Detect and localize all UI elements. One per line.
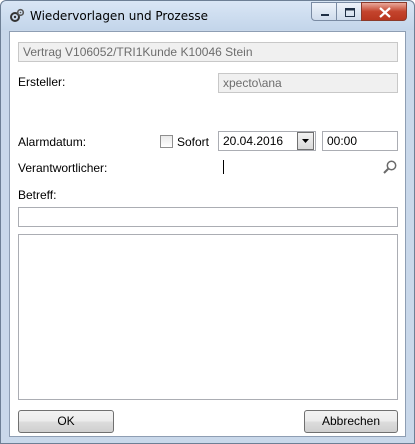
maximize-icon (345, 8, 355, 17)
alarm-date-label: Alarmdatum: (18, 135, 87, 149)
date-dropdown-button[interactable] (297, 132, 314, 150)
subject-label: Betreff: (18, 188, 57, 202)
alarm-date-value: 20.04.2016 (223, 134, 284, 148)
minimize-icon (321, 14, 329, 16)
dialog-window: Wiedervorlagen und Prozesse Vertrag V106… (0, 0, 415, 444)
reference-field: Vertrag V106052/TRI1Kunde K10046 Stein (18, 42, 398, 62)
ok-button[interactable]: OK (18, 410, 114, 433)
text-caret (223, 160, 224, 174)
title-bar[interactable]: Wiedervorlagen und Prozesse (1, 1, 414, 30)
alarm-time-field[interactable]: 00:00 (322, 131, 398, 151)
immediate-checkbox[interactable] (160, 135, 173, 148)
responsible-label: Verantwortlicher: (18, 161, 108, 175)
notes-textarea[interactable] (18, 234, 398, 400)
dialog-body: Vertrag V106052/TRI1Kunde K10046 Stein E… (9, 31, 406, 437)
creator-label: Ersteller: (18, 75, 66, 89)
creator-field: xpecto\ana (218, 73, 398, 93)
responsible-input[interactable] (218, 157, 398, 177)
maximize-button[interactable] (336, 2, 362, 21)
close-icon (379, 7, 391, 18)
immediate-label[interactable]: Sofort (177, 135, 209, 149)
search-icon[interactable] (382, 159, 398, 175)
gears-icon (9, 8, 25, 24)
window-title: Wiedervorlagen und Prozesse (30, 9, 208, 23)
chevron-down-icon (302, 139, 309, 143)
close-button[interactable] (361, 2, 407, 21)
subject-input[interactable] (18, 207, 398, 227)
cancel-button[interactable]: Abbrechen (304, 410, 398, 433)
minimize-button[interactable] (311, 2, 337, 21)
